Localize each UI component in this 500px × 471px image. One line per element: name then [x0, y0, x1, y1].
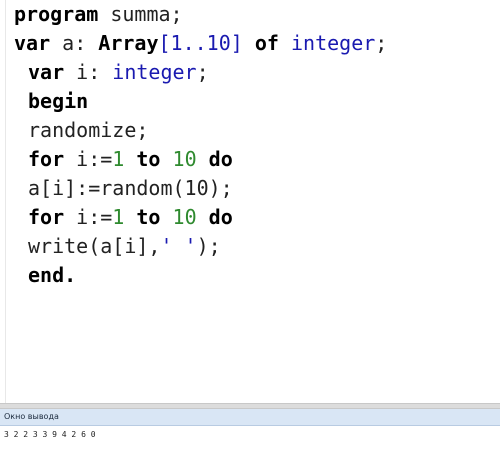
code-token: do: [208, 147, 233, 171]
code-token: 10: [172, 205, 197, 229]
code-token: var: [14, 31, 51, 55]
output-panel-title: Окно вывода: [0, 409, 500, 426]
code-line: for i:=1 to 10 do: [14, 203, 387, 232]
editor-gutter-line: [5, 0, 6, 403]
code-token: a:: [50, 31, 99, 55]
code-line: var a: Array[1..10] of integer;: [14, 29, 387, 58]
code-token: integer: [291, 31, 376, 55]
code-token: of: [254, 31, 279, 55]
code-line: var i: integer;: [14, 58, 387, 87]
code-line: write(a[i],' ');: [14, 232, 387, 261]
code-token: program: [14, 2, 99, 26]
code-token: 1: [112, 147, 125, 171]
code-token: end.: [28, 263, 77, 287]
code-token: for: [28, 147, 65, 171]
output-panel: Окно вывода 3 2 2 3 3 9 4 2 6 0: [0, 409, 500, 471]
code-line: for i:=1 to 10 do: [14, 145, 387, 174]
code-line: a[i]:=random(10);: [14, 174, 387, 203]
code-text[interactable]: program summa; var a: Array[1..10] of int…: [14, 0, 387, 290]
code-token: 1: [112, 205, 125, 229]
code-token: );: [196, 234, 221, 258]
code-token: 10: [172, 147, 197, 171]
ide-window: program summa; var a: Array[1..10] of int…: [0, 0, 500, 471]
code-token: i:=: [64, 147, 113, 171]
code-line: program summa;: [14, 0, 387, 29]
code-token: i:=: [64, 205, 113, 229]
code-token: ;: [375, 31, 388, 55]
code-line: end.: [14, 261, 387, 290]
code-token: to: [136, 147, 161, 171]
code-token: var: [28, 60, 65, 84]
code-line: randomize;: [14, 116, 387, 145]
code-token: a[i]:=random(10);: [28, 176, 233, 200]
code-line: begin: [14, 87, 387, 116]
output-text[interactable]: 3 2 2 3 3 9 4 2 6 0: [0, 426, 500, 442]
code-token: for: [28, 205, 65, 229]
code-token: [1..10]: [158, 31, 243, 55]
code-token: ;: [196, 60, 209, 84]
code-token: randomize;: [28, 118, 149, 142]
code-token: do: [208, 205, 233, 229]
code-token: integer: [112, 60, 197, 84]
code-token: begin: [28, 89, 89, 113]
code-token: i:: [64, 60, 113, 84]
code-token: to: [136, 205, 161, 229]
code-token: write(a[i],: [28, 234, 161, 258]
code-token: ' ': [160, 234, 197, 258]
code-editor[interactable]: program summa; var a: Array[1..10] of int…: [0, 0, 500, 403]
code-token: Array: [98, 31, 159, 55]
code-token: summa;: [98, 2, 183, 26]
